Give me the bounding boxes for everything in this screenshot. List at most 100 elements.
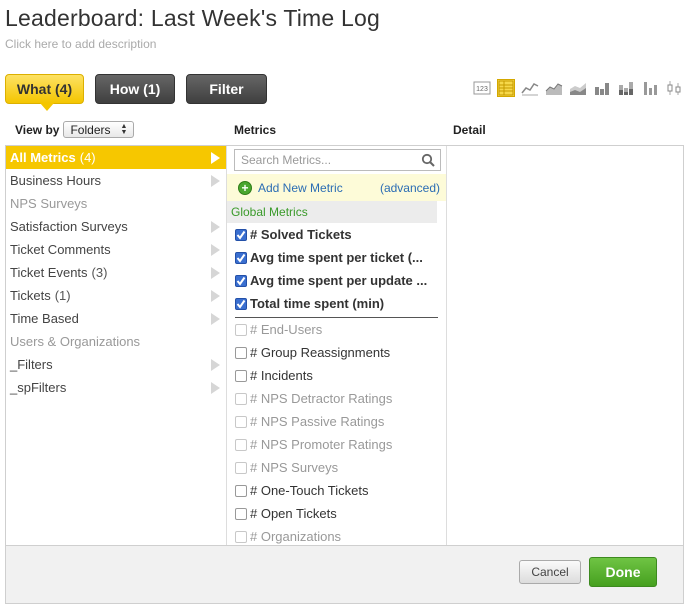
search-metrics-input[interactable]: Search Metrics... <box>234 149 441 171</box>
view-by-label: View by <box>15 122 60 137</box>
folder-item[interactable]: Ticket Events (3) <box>6 261 226 284</box>
checkbox[interactable] <box>235 392 247 405</box>
dialog-footer: Cancel Done <box>5 546 684 604</box>
folder-item[interactable]: _Filters <box>6 353 226 376</box>
folder-label: Tickets <box>10 288 51 303</box>
selected-metric-item[interactable]: # Solved Tickets <box>227 223 446 246</box>
chevron-right-icon <box>211 267 220 279</box>
folder-label: _spFilters <box>10 380 67 395</box>
metric-item[interactable]: # NPS Detractor Ratings <box>227 387 446 410</box>
stacked-area-icon[interactable] <box>569 79 587 97</box>
view-by-control: View by Folders ▲ ▼ <box>15 121 135 138</box>
metric-label: Avg time spent per ticket (... <box>250 250 423 265</box>
detail-header: Detail <box>453 123 486 137</box>
folder-item[interactable]: _spFilters <box>6 376 226 399</box>
selected-metric-item[interactable]: Avg time spent per update ... <box>227 269 446 292</box>
folder-label: Users & Organizations <box>10 334 141 349</box>
checkbox-checked[interactable] <box>235 274 247 287</box>
stacked-bar-icon[interactable] <box>617 79 635 97</box>
tab-what[interactable]: What (4) <box>5 74 84 111</box>
checkbox[interactable] <box>235 369 247 382</box>
bar-chart-icon[interactable] <box>593 79 611 97</box>
table-icon[interactable] <box>497 79 515 97</box>
folder-item[interactable]: Tickets (1) <box>6 284 226 307</box>
folder-label: _Filters <box>10 357 53 372</box>
add-new-metric-link[interactable]: Add New Metric <box>258 181 343 195</box>
tab-filter[interactable]: Filter <box>186 74 267 104</box>
checkbox-checked[interactable] <box>235 228 247 241</box>
checkbox[interactable] <box>235 461 247 474</box>
metric-item[interactable]: # Incidents <box>227 364 446 387</box>
checkbox[interactable] <box>235 415 247 428</box>
metric-picker-panel: All Metrics (4) Business Hours NPS Surveys S… <box>5 145 684 546</box>
chevron-right-icon <box>211 359 220 371</box>
metric-label: # Open Tickets <box>250 506 337 521</box>
metric-label: # Organizations <box>250 529 342 544</box>
folder-count: (3) <box>91 265 108 280</box>
metric-item[interactable]: # NPS Surveys <box>227 456 446 479</box>
metric-item[interactable]: # Organizations <box>227 525 446 545</box>
search-placeholder: Search Metrics... <box>241 153 332 167</box>
select-arrows-icon: ▲ ▼ <box>120 122 128 136</box>
page-title: Leaderboard: Last Week's Time Log <box>5 5 380 31</box>
folder-label: Business Hours <box>10 173 102 188</box>
folder-item[interactable]: Users & Organizations <box>6 330 226 353</box>
metric-item[interactable]: # Group Reassignments <box>227 341 446 364</box>
checkbox[interactable] <box>235 346 247 359</box>
checkbox[interactable] <box>235 530 247 543</box>
checkbox[interactable] <box>235 507 247 520</box>
chevron-right-icon <box>211 313 220 325</box>
metric-item[interactable]: # NPS Passive Ratings <box>227 410 446 433</box>
metric-label: Total time spent (min) <box>250 296 385 311</box>
folder-label: Ticket Comments <box>10 242 111 257</box>
metric-item[interactable]: # NPS Promoter Ratings <box>227 433 446 456</box>
metric-label: # NPS Passive Ratings <box>250 414 385 429</box>
metric-item[interactable]: # Open Tickets <box>227 502 446 525</box>
folder-item[interactable]: All Metrics (4) <box>6 146 226 169</box>
line-chart-icon[interactable] <box>521 79 539 97</box>
metric-item[interactable]: # End-Users <box>227 318 446 341</box>
selected-metric-item[interactable]: Avg time spent per ticket (... <box>227 246 446 269</box>
checkbox-checked[interactable] <box>235 251 247 264</box>
search-icon[interactable] <box>421 153 435 170</box>
view-by-value: Folders <box>70 122 111 137</box>
metric-label: # NPS Promoter Ratings <box>250 437 393 452</box>
tab-how[interactable]: How (1) <box>95 74 175 104</box>
metric-item[interactable]: # One-Touch Tickets <box>227 479 446 502</box>
detail-pane <box>447 146 683 545</box>
chevron-right-icon <box>211 244 220 256</box>
area-chart-icon[interactable] <box>545 79 563 97</box>
folder-label: Satisfaction Surveys <box>10 219 128 234</box>
folder-item[interactable]: Ticket Comments <box>6 238 226 261</box>
bar-line-icon[interactable] <box>641 79 659 97</box>
checkbox[interactable] <box>235 323 247 336</box>
folder-item[interactable]: Satisfaction Surveys <box>6 215 226 238</box>
view-by-select[interactable]: Folders ▲ ▼ <box>63 121 135 138</box>
folder-label: NPS Surveys <box>10 196 88 211</box>
number-icon[interactable]: 123 <box>473 79 491 97</box>
checkbox[interactable] <box>235 438 247 451</box>
metric-label: Avg time spent per update ... <box>250 273 428 288</box>
cancel-button[interactable]: Cancel <box>519 560 581 584</box>
folder-item[interactable]: Time Based <box>6 307 226 330</box>
checkbox-checked[interactable] <box>235 297 247 310</box>
folder-label: All Metrics <box>10 150 76 165</box>
folder-label: Ticket Events <box>10 265 88 280</box>
add-new-metric-row: + Add New Metric (advanced) <box>227 174 446 201</box>
metric-label: # NPS Detractor Ratings <box>250 391 393 406</box>
chevron-right-icon <box>211 382 220 394</box>
advanced-link[interactable]: (advanced) <box>380 181 440 195</box>
metric-label: # End-Users <box>250 322 323 337</box>
folder-item[interactable]: Business Hours <box>6 169 226 192</box>
done-button[interactable]: Done <box>589 557 657 587</box>
metric-items: # Solved Tickets Avg time spent per ticke… <box>227 223 446 545</box>
description-placeholder[interactable]: Click here to add description <box>5 37 156 51</box>
checkbox[interactable] <box>235 484 247 497</box>
whisker-icon[interactable] <box>665 79 683 97</box>
metric-label: # NPS Surveys <box>250 460 339 475</box>
selected-metric-item[interactable]: Total time spent (min) <box>227 292 446 315</box>
metric-label: # Group Reassignments <box>250 345 391 360</box>
folder-item[interactable]: NPS Surveys <box>6 192 226 215</box>
chevron-right-icon <box>211 152 220 164</box>
plus-icon[interactable]: + <box>238 180 252 195</box>
